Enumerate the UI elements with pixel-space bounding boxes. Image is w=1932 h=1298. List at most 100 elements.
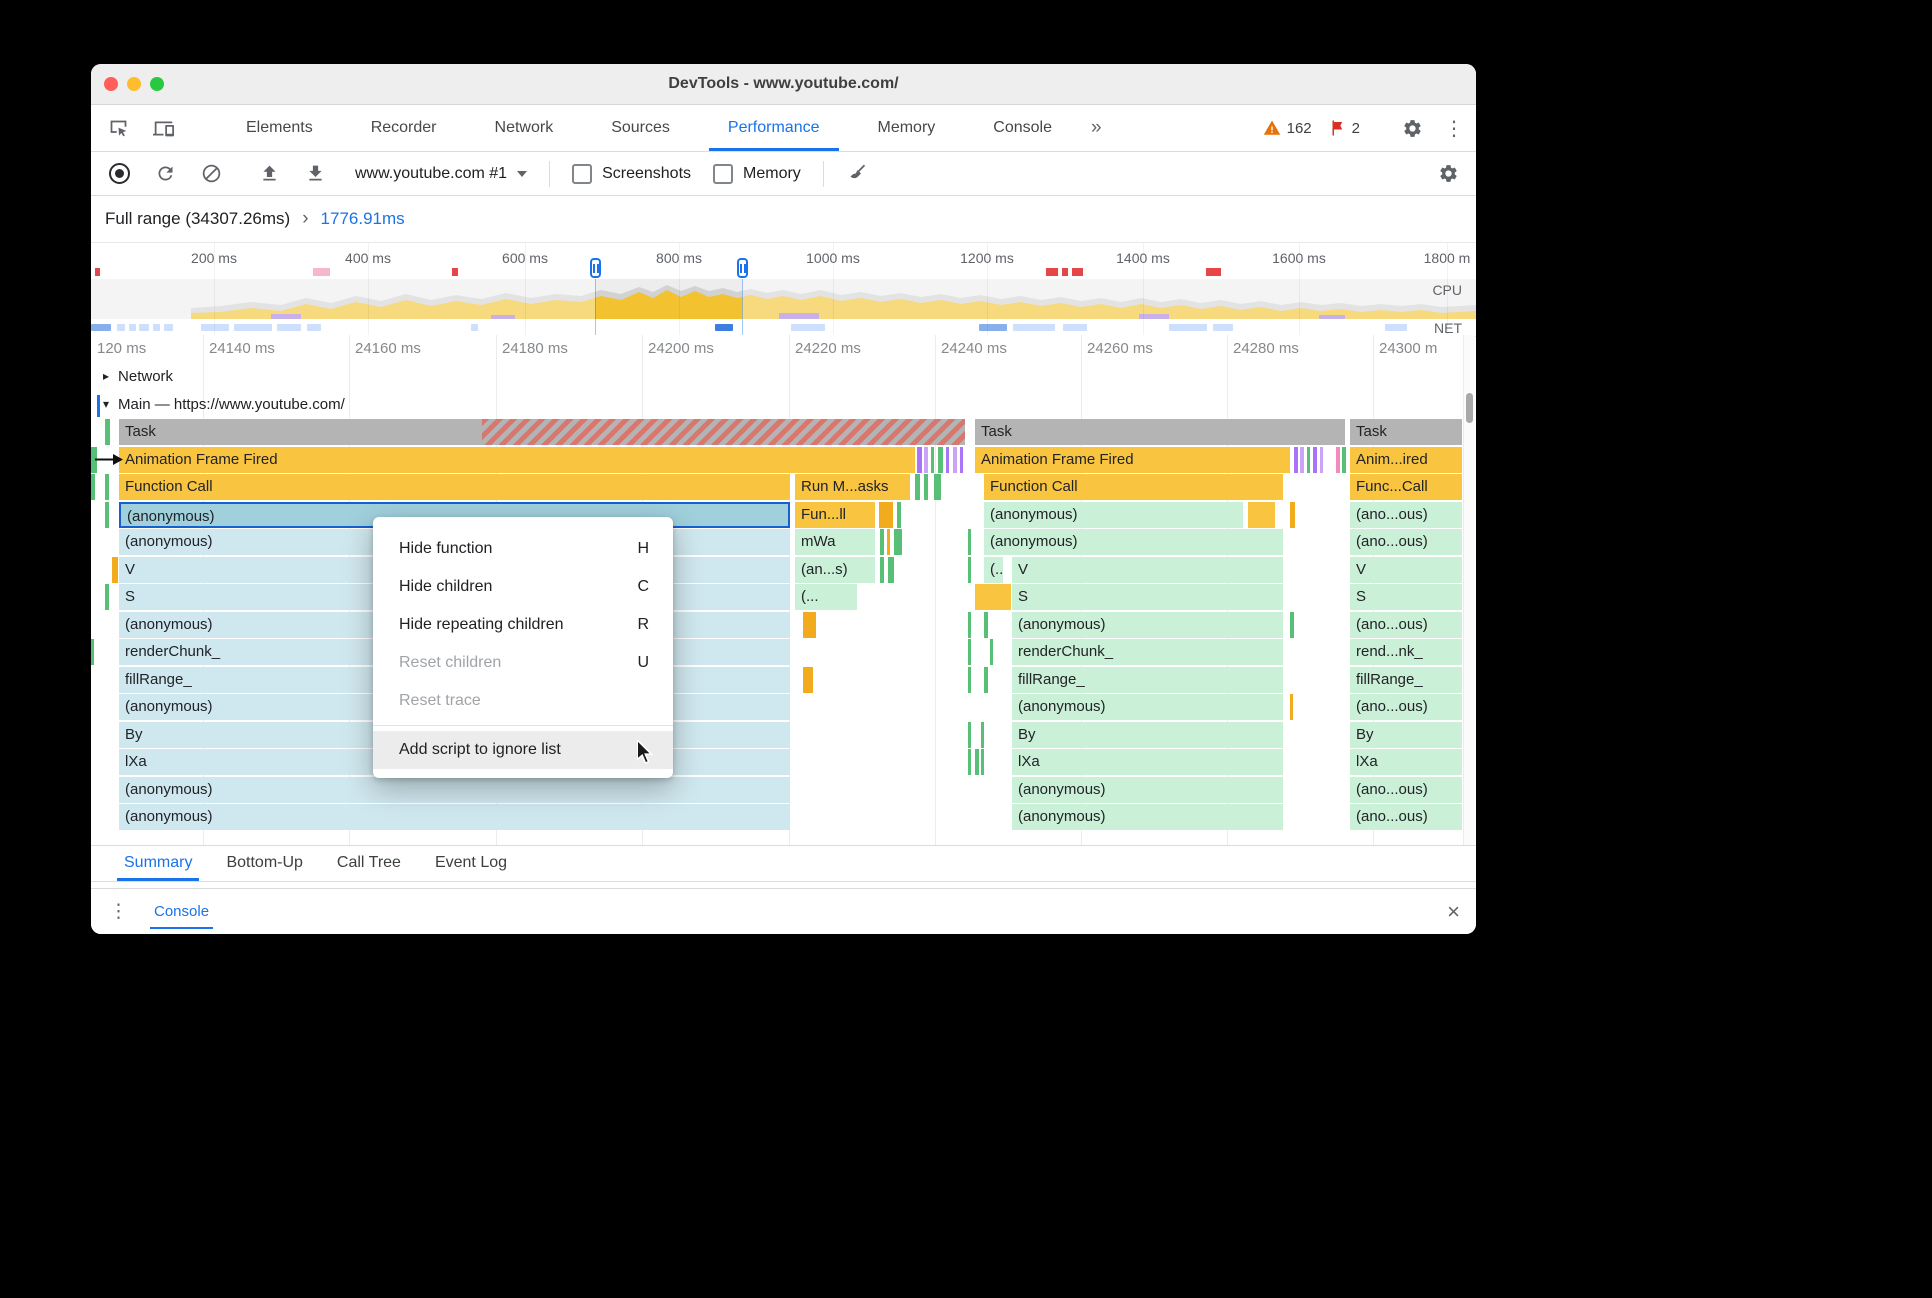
flame-bar[interactable] (915, 474, 920, 500)
menu-item-hide-children[interactable]: Hide children C (373, 568, 673, 606)
flame-bar[interactable] (91, 474, 95, 500)
flame-bar[interactable] (1307, 446, 1310, 473)
flame-bar[interactable] (879, 501, 893, 528)
bottom-tab-event-log[interactable]: Event Log (418, 846, 524, 881)
flame-chart[interactable]: Task Animation Frame Fired Function Call (a… (91, 64, 1476, 934)
flame-bar-fillrange[interactable]: fillRange_ (1012, 666, 1283, 693)
flame-bar-anonymous[interactable]: (anonymous) (1012, 694, 1283, 720)
flame-bar-v[interactable]: V (1012, 556, 1283, 583)
flame-bar-ano-ous[interactable]: (ano...ous) (1350, 611, 1462, 638)
close-drawer-icon[interactable]: × (1447, 900, 1460, 923)
flame-bar[interactable] (894, 529, 902, 555)
flame-bar-s[interactable]: S (1350, 584, 1462, 610)
flame-bar[interactable] (981, 749, 984, 775)
flame-bar-anonymous[interactable]: (anonymous) (1012, 776, 1283, 803)
flame-bar-ano-ous[interactable]: (ano...ous) (1350, 529, 1462, 555)
scrollbar-thumb[interactable] (1466, 393, 1473, 423)
flame-bar[interactable] (803, 666, 813, 693)
flame-bar-function-call[interactable]: Function Call (984, 474, 1283, 500)
flame-bar-by[interactable]: By (1350, 721, 1462, 748)
flame-bar[interactable] (112, 556, 118, 583)
flame-bar[interactable] (946, 446, 949, 473)
flame-bar[interactable] (968, 556, 971, 583)
flame-bar[interactable] (968, 639, 971, 665)
flame-bar[interactable] (968, 749, 971, 775)
flame-bar[interactable] (968, 721, 971, 748)
flame-bar[interactable] (917, 446, 922, 473)
flame-bar-[interactable]: (... (795, 584, 857, 610)
bottom-tab-call-tree[interactable]: Call Tree (320, 846, 418, 881)
flame-bar[interactable] (105, 474, 109, 500)
flame-bar-rend-nk[interactable]: rend...nk_ (1350, 639, 1462, 665)
flame-bar-run-m-asks[interactable]: Run M...asks (795, 474, 910, 500)
flame-bar-by[interactable]: By (1012, 721, 1283, 748)
flame-bar-anonymous[interactable]: (anonymous) (119, 776, 790, 803)
bottom-tab-bottom-up[interactable]: Bottom-Up (209, 846, 319, 881)
bottom-tab-summary[interactable]: Summary (107, 846, 209, 881)
flame-bar-animation-frame-fired[interactable]: Animation Frame Fired (975, 446, 1290, 473)
menu-item-hide-function[interactable]: Hide function H (373, 530, 673, 568)
menu-item-hide-repeating-children[interactable]: Hide repeating children R (373, 606, 673, 644)
vertical-scrollbar[interactable] (1463, 335, 1475, 845)
flame-bar-renderchunk[interactable]: renderChunk_ (1012, 639, 1283, 665)
drawer-kebab-icon[interactable]: ⋮ (109, 900, 128, 923)
flame-bar-lxa[interactable]: lXa (1012, 749, 1283, 775)
flame-bar[interactable] (960, 446, 963, 473)
flame-bar[interactable] (931, 446, 934, 473)
flame-bar[interactable] (887, 529, 890, 555)
flame-bar[interactable] (984, 611, 988, 638)
menu-item-add-script-to-ignore-list[interactable]: Add script to ignore list (373, 731, 673, 769)
flame-bar[interactable] (1313, 446, 1317, 473)
flame-bar[interactable] (105, 419, 110, 445)
flame-bar-s[interactable]: S (1012, 584, 1283, 610)
flame-bar[interactable] (938, 446, 943, 473)
flame-bar[interactable] (1336, 446, 1340, 473)
flame-bar[interactable] (1300, 446, 1304, 473)
flame-bar[interactable] (880, 529, 884, 555)
flame-bar[interactable] (897, 501, 901, 528)
flame-bar[interactable] (968, 666, 971, 693)
flame-bar[interactable] (91, 639, 94, 665)
flame-bar[interactable] (924, 446, 928, 473)
flame-bar-function-call[interactable]: Function Call (119, 474, 790, 500)
drawer-tab-console[interactable]: Console (150, 889, 214, 934)
flame-bar[interactable] (105, 501, 109, 528)
flame-bar-anonymous[interactable]: (anonymous) (1012, 804, 1283, 830)
flame-bar-anonymous[interactable]: (anonymous) (984, 501, 1243, 528)
flame-bar[interactable] (990, 639, 993, 665)
flame-bar-ano-ous[interactable]: (ano...ous) (1350, 776, 1462, 803)
flame-bar-mwa[interactable]: mWa (795, 529, 875, 555)
flame-bar-anim-ired[interactable]: Anim...ired (1350, 446, 1462, 473)
flame-bar[interactable] (1248, 501, 1275, 528)
flame-bar[interactable] (924, 474, 928, 500)
flame-bar-an-s[interactable]: (an...s) (795, 556, 875, 583)
flame-bar[interactable] (880, 556, 884, 583)
flame-bar[interactable] (981, 721, 984, 748)
flame-bar[interactable] (984, 666, 988, 693)
flame-bar-ano-ous[interactable]: (ano...ous) (1350, 501, 1462, 528)
flame-bar-ano-ous[interactable]: (ano...ous) (1350, 694, 1462, 720)
flame-bar-anonymous[interactable]: (anonymous) (1012, 611, 1283, 638)
flame-bar[interactable] (1290, 611, 1294, 638)
flame-bar-v[interactable]: V (1350, 556, 1462, 583)
flame-bar[interactable] (1290, 501, 1295, 528)
flame-bar-lxa[interactable]: lXa (1350, 749, 1462, 775)
flame-bar-[interactable]: (... (984, 556, 1003, 583)
flame-bar-task[interactable]: Task (1350, 419, 1462, 445)
flame-bar[interactable] (1320, 446, 1323, 473)
flame-bar-fun-ll[interactable]: Fun...ll (795, 501, 875, 528)
flame-bar[interactable] (888, 556, 894, 583)
flame-bar[interactable] (975, 749, 979, 775)
flame-bar-task[interactable]: Task (975, 419, 1345, 445)
flame-bar[interactable] (1342, 446, 1346, 473)
flame-bar[interactable] (803, 611, 816, 638)
flame-bar-anonymous[interactable]: (anonymous) (119, 804, 790, 830)
flame-bar-func-call[interactable]: Func...Call (1350, 474, 1462, 500)
flame-bar[interactable] (482, 419, 965, 445)
flame-bar[interactable] (105, 584, 109, 610)
flame-bar-anonymous[interactable]: (anonymous) (984, 529, 1283, 555)
flame-bar[interactable] (975, 584, 1011, 610)
flame-bar[interactable] (1294, 446, 1298, 473)
flame-bar[interactable] (1290, 694, 1293, 720)
flame-bar[interactable] (968, 529, 971, 555)
